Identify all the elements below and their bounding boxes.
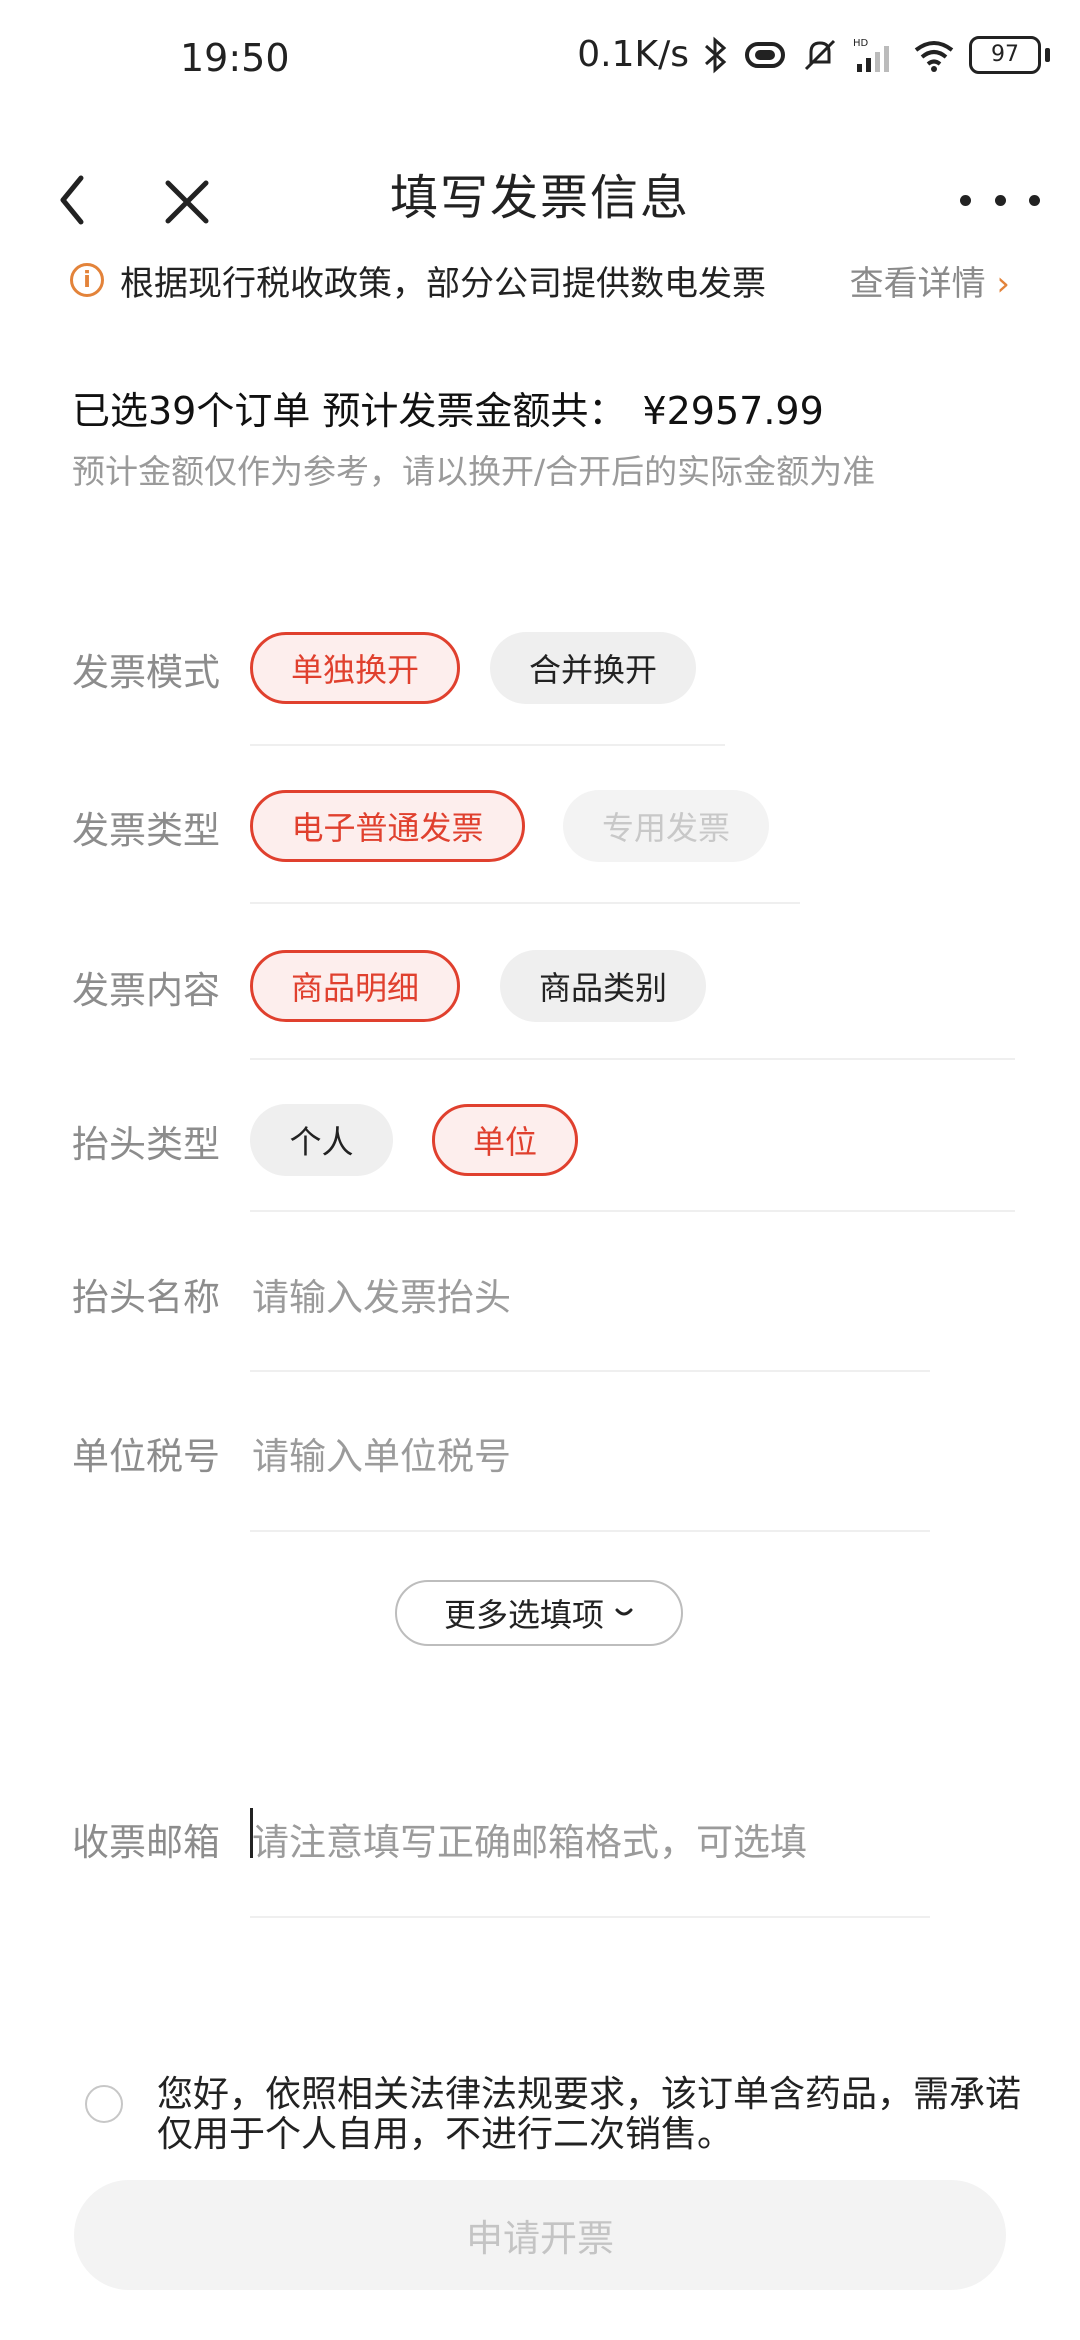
chip-merge-invoice[interactable]: 合并换开 — [490, 632, 696, 704]
more-options-label: 更多选填项 — [443, 1596, 604, 1634]
view-details-label: 查看详情 — [849, 263, 986, 304]
summary-note: 预计金额仅作为参考，请以换开/合开后的实际金额为准 — [72, 452, 876, 491]
chip-item-details[interactable]: 商品明细 — [250, 950, 460, 1022]
more-options-button[interactable]: 更多选填项 — [395, 1580, 683, 1646]
status-time: 19:50 — [180, 36, 290, 80]
divider — [250, 744, 725, 746]
page-title: 填写发票信息 — [389, 170, 690, 226]
chevron-right-icon: › — [996, 263, 1010, 304]
divider — [250, 902, 800, 904]
wifi-icon — [914, 40, 954, 72]
estimated-amount: ¥2957.99 — [642, 389, 824, 433]
agreement-checkbox[interactable] — [85, 2085, 123, 2123]
view-details-link[interactable]: 查看详情 › — [850, 256, 1010, 305]
status-icons: 0.1K/s HD 97 — [577, 34, 1050, 75]
invoice-mode-label: 发票模式 — [72, 651, 220, 694]
tax-id-label: 单位税号 — [72, 1435, 220, 1478]
summary-line: 已选39个订单 预计发票金额共： ¥2957.99 — [72, 380, 1012, 435]
apply-invoice-button[interactable]: 申请开票 — [74, 2180, 1006, 2290]
divider — [250, 1916, 930, 1918]
divider — [250, 1370, 930, 1372]
signal-icon: HD — [853, 38, 889, 72]
network-speed: 0.1K/s — [577, 34, 689, 75]
mute-icon — [804, 39, 836, 70]
invoice-type-label: 发票类型 — [72, 809, 220, 852]
notice-text: 根据现行税收政策，部分公司提供数电发票 — [120, 263, 766, 304]
chip-item-category[interactable]: 商品类别 — [500, 950, 706, 1022]
divider — [250, 1530, 930, 1532]
divider — [250, 1210, 1015, 1212]
svg-text:HD: HD — [853, 38, 869, 49]
vibrate-icon — [745, 41, 785, 68]
email-label: 收票邮箱 — [72, 1821, 220, 1864]
chevron-down-icon — [615, 1608, 633, 1616]
selected-orders-text: 已选39个订单 预计发票金额共： — [72, 389, 627, 433]
chip-special-invoice: 专用发票 — [563, 790, 769, 862]
title-name-input[interactable]: 请输入发票抬头 — [252, 1267, 511, 1321]
info-icon: i — [70, 263, 104, 297]
tax-notice: i 根据现行税收政策，部分公司提供数电发票 查看详情 › — [70, 250, 1010, 310]
chip-separate-invoice[interactable]: 单独换开 — [250, 632, 460, 704]
invoice-content-label: 发票内容 — [72, 969, 220, 1012]
title-type-label: 抬头类型 — [72, 1123, 220, 1166]
battery-level: 97 — [991, 42, 1019, 67]
status-bar: 19:50 0.1K/s HD 97 — [0, 0, 1080, 120]
battery-icon: 97 — [969, 35, 1041, 74]
bluetooth-icon — [705, 36, 727, 73]
chip-company[interactable]: 单位 — [432, 1104, 578, 1176]
chip-electronic-invoice[interactable]: 电子普通发票 — [250, 790, 525, 862]
tax-id-input[interactable]: 请输入单位税号 — [252, 1426, 511, 1480]
email-input[interactable]: 请注意填写正确邮箱格式，可选填 — [252, 1812, 807, 1866]
order-summary: 已选39个订单 预计发票金额共： ¥2957.99 预计金额仅作为参考，请以换开/… — [72, 380, 1012, 493]
more-menu-icon[interactable] — [960, 150, 1040, 250]
battery-tip — [1045, 47, 1050, 62]
agreement-text: 您好，依照相关法律法规要求，该订单含药品，需承诺仅用于个人自用，不进行二次销售。 — [157, 2074, 1022, 2155]
title-name-label: 抬头名称 — [72, 1276, 220, 1319]
divider — [250, 1058, 1015, 1060]
chip-personal[interactable]: 个人 — [250, 1104, 393, 1176]
